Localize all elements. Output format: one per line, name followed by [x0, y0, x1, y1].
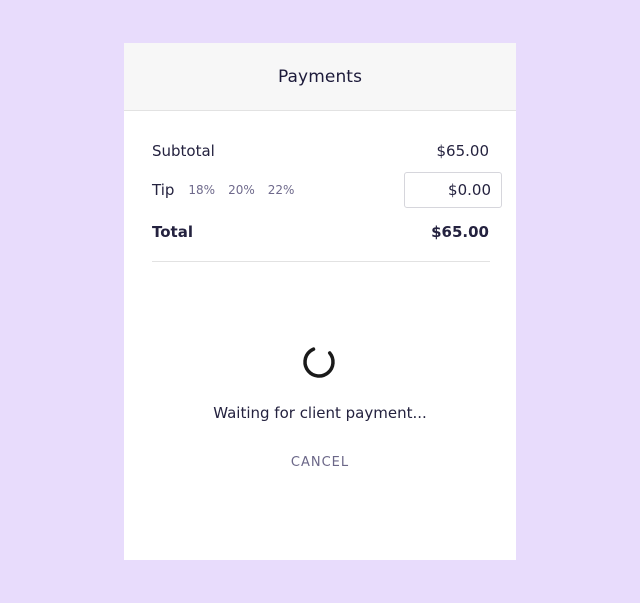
tip-row: Tip 18% 20% 22%	[152, 170, 502, 210]
waiting-message: Waiting for client payment...	[213, 404, 427, 422]
total-value: $65.00	[431, 223, 489, 241]
subtotal-label: Subtotal	[152, 142, 215, 160]
total-row: Total $65.00	[152, 219, 490, 245]
tip-option-22[interactable]: 22%	[268, 183, 295, 197]
page-title: Payments	[277, 66, 363, 87]
cancel-button[interactable]: CANCEL	[285, 453, 355, 472]
cancel-container: CANCEL	[124, 451, 516, 472]
loading-spinner-icon	[303, 346, 335, 378]
payment-card: Payments Subtotal $65.00 Tip 18% 20% 22%…	[124, 43, 516, 560]
total-label: Total	[152, 223, 193, 241]
tip-option-18[interactable]: 18%	[188, 183, 215, 197]
card-header: Payments	[124, 43, 516, 111]
tip-amount-input[interactable]	[404, 172, 502, 208]
tip-label: Tip	[152, 181, 175, 199]
tip-options: 18% 20% 22%	[188, 183, 294, 197]
tip-left: Tip 18% 20% 22%	[152, 181, 294, 199]
subtotal-row: Subtotal $65.00	[152, 139, 490, 163]
tip-option-20[interactable]: 20%	[228, 183, 255, 197]
divider	[152, 261, 490, 262]
subtotal-value: $65.00	[436, 142, 490, 160]
